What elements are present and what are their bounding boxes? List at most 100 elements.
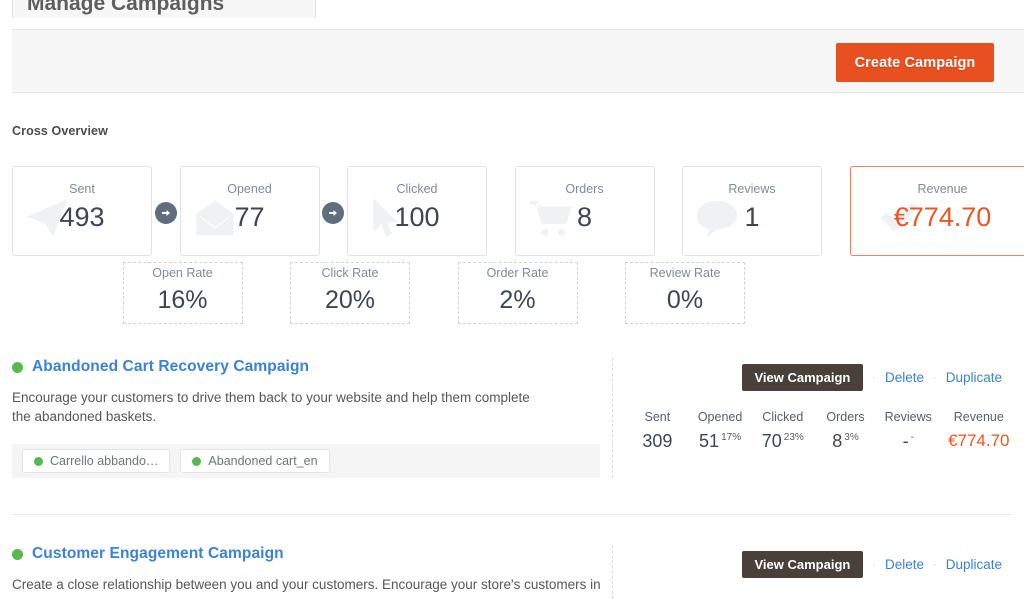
page-tab-title: Manage Campaigns (27, 0, 225, 15)
vertical-divider (612, 545, 613, 599)
stat-value-number: - (902, 431, 909, 451)
funnel-arrow-icon (322, 202, 345, 224)
funnel-card-label: Orders (565, 182, 604, 196)
campaign-tag[interactable]: Carrello abbando… (22, 449, 171, 473)
duplicate-link[interactable]: Duplicate (946, 370, 1002, 385)
funnel-card-sent: Sent 493 (12, 166, 152, 256)
stat-value-percent: 3% (844, 432, 859, 443)
stat-column-value: 8 3% (814, 431, 877, 452)
action-separator: · (872, 558, 877, 571)
stat-column-clicked: Clicked 70 23% (751, 410, 814, 452)
view-campaign-button[interactable]: View Campaign (741, 551, 864, 578)
tag-label: Abandoned cart_en (208, 454, 318, 468)
stat-value-number: 8 (832, 431, 843, 451)
stat-value-percent: - (910, 432, 914, 443)
stat-column-value: -- (877, 431, 940, 452)
funnel-card-clicked: Clicked 100 (347, 166, 487, 256)
funnel-card-opened: Opened 77 (179, 166, 320, 256)
action-separator: · (933, 371, 937, 384)
delete-link[interactable]: Delete (885, 370, 924, 385)
stat-column-orders: Orders 8 3% (814, 410, 877, 452)
page-tab[interactable]: Manage Campaigns (12, 0, 316, 18)
rate-box-order-rate: Order Rate 2% (457, 262, 578, 324)
stat-column-value: 70 23% (751, 431, 814, 452)
stat-value-percent: 23% (783, 432, 804, 443)
campaign-info: Customer Engagement Campaign Create a clo… (12, 545, 602, 594)
funnel-card-label: Opened (227, 182, 272, 196)
stat-value-number: 309 (642, 431, 673, 451)
campaign-title-link[interactable]: Abandoned Cart Recovery Campaign (32, 358, 309, 376)
rate-value: 16% (157, 286, 208, 314)
page-root: Manage Campaigns Create Campaign Cross O… (0, 0, 1024, 599)
rate-label: Order Rate (486, 266, 549, 280)
campaign-separator (12, 514, 1012, 515)
funnel-card-label: Sent (69, 182, 95, 196)
stat-column-sent: Sent 309 (626, 410, 689, 452)
funnel-card-label: Clicked (396, 182, 438, 196)
campaign-title-row: Customer Engagement Campaign (12, 545, 602, 563)
stat-column-header: Revenue (953, 410, 1004, 424)
stat-column-header: Orders (826, 410, 865, 424)
stat-column-opened: Opened 51 17% (689, 410, 752, 452)
status-dot-icon (12, 361, 23, 373)
campaign-stats-table: Sent 309 Opened 51 17% Clicked 70 23% Orders 8 3% R… (626, 410, 1018, 452)
funnel-card-label: Revenue (917, 182, 968, 196)
campaign-description: Create a close relationship between you … (12, 577, 601, 592)
funnel-cards: Sent 493 Opened 77 Clicked 100 Orders 8 Reviews 1… (12, 166, 1024, 256)
view-campaign-button[interactable]: View Campaign (741, 364, 864, 391)
stat-column-header: Reviews (884, 410, 932, 424)
stat-column-value: €774.70 (940, 431, 1018, 451)
funnel-card-value: 1 (744, 202, 760, 232)
stat-column-value: 309 (626, 431, 689, 452)
campaign-title-link[interactable]: Customer Engagement Campaign (32, 545, 284, 563)
rate-label: Open Rate (152, 266, 213, 280)
create-campaign-button[interactable]: Create Campaign (836, 43, 994, 82)
funnel-card-orders: Orders 8 (514, 166, 655, 256)
campaign-actions: View Campaign · Delete · Duplicate (741, 551, 1002, 578)
campaign-tag[interactable]: Abandoned cart_en (180, 449, 330, 473)
funnel-card-reviews: Reviews 1 (682, 166, 822, 256)
campaign-info: Abandoned Cart Recovery Campaign Encourag… (12, 358, 602, 426)
funnel-card-value: 493 (59, 202, 105, 232)
rate-box-review-rate: Review Rate 0% (625, 262, 745, 324)
cross-overview-title: Cross Overview (12, 124, 108, 138)
funnel-card-value: 100 (394, 202, 440, 232)
campaign-row: Abandoned Cart Recovery Campaign Encourag… (0, 358, 1024, 488)
stat-value-percent: 17% (721, 432, 742, 443)
status-dot-icon (12, 548, 23, 560)
stat-column-header: Opened (697, 410, 743, 424)
campaign-row: Customer Engagement Campaign Create a clo… (0, 545, 1024, 599)
rate-box-open-rate: Open Rate 16% (122, 262, 243, 324)
stat-column-value: 51 17% (689, 431, 752, 452)
rate-value: 0% (666, 286, 704, 314)
rate-value: 20% (324, 286, 376, 314)
rate-boxes: Open Rate 16% Click Rate 20% Order Rate 2% Rev… (12, 262, 1012, 324)
rate-box-click-rate: Click Rate 20% (290, 262, 410, 324)
funnel-card-label: Reviews (728, 182, 776, 196)
tag-label: Carrello abbando… (50, 454, 159, 468)
campaign-title-row: Abandoned Cart Recovery Campaign (12, 358, 602, 376)
funnel-card-revenue: Revenue €774.70 (849, 166, 1024, 256)
funnel-card-value: 8 (576, 202, 593, 232)
campaign-stats-panel: View Campaign · Delete · Duplicate Sent 309 Ope… (612, 358, 1024, 478)
stat-value-number: 70 (761, 431, 782, 451)
stat-value-number: €774.70 (948, 431, 1010, 450)
tag-status-dot-icon (34, 456, 43, 466)
funnel-card-value: 77 (234, 202, 265, 232)
action-separator: · (933, 558, 937, 571)
action-separator: · (872, 371, 877, 384)
rate-value: 2% (499, 286, 536, 314)
funnel-arrow-icon (154, 202, 177, 224)
stat-column-revenue: Revenue €774.70 (940, 410, 1018, 452)
duplicate-link[interactable]: Duplicate (946, 557, 1002, 572)
stat-column-header: Sent (644, 410, 671, 424)
stat-column-reviews: Reviews - - (877, 410, 940, 452)
funnel-card-value: €774.70 (893, 202, 992, 232)
delete-link[interactable]: Delete (885, 557, 924, 572)
stat-column-header: Clicked (762, 410, 804, 424)
vertical-divider (612, 358, 613, 478)
rate-label: Review Rate (649, 266, 721, 280)
campaign-stats-panel: View Campaign · Delete · Duplicate (612, 545, 1024, 599)
rate-label: Click Rate (321, 266, 379, 280)
tag-status-dot-icon (192, 456, 202, 466)
